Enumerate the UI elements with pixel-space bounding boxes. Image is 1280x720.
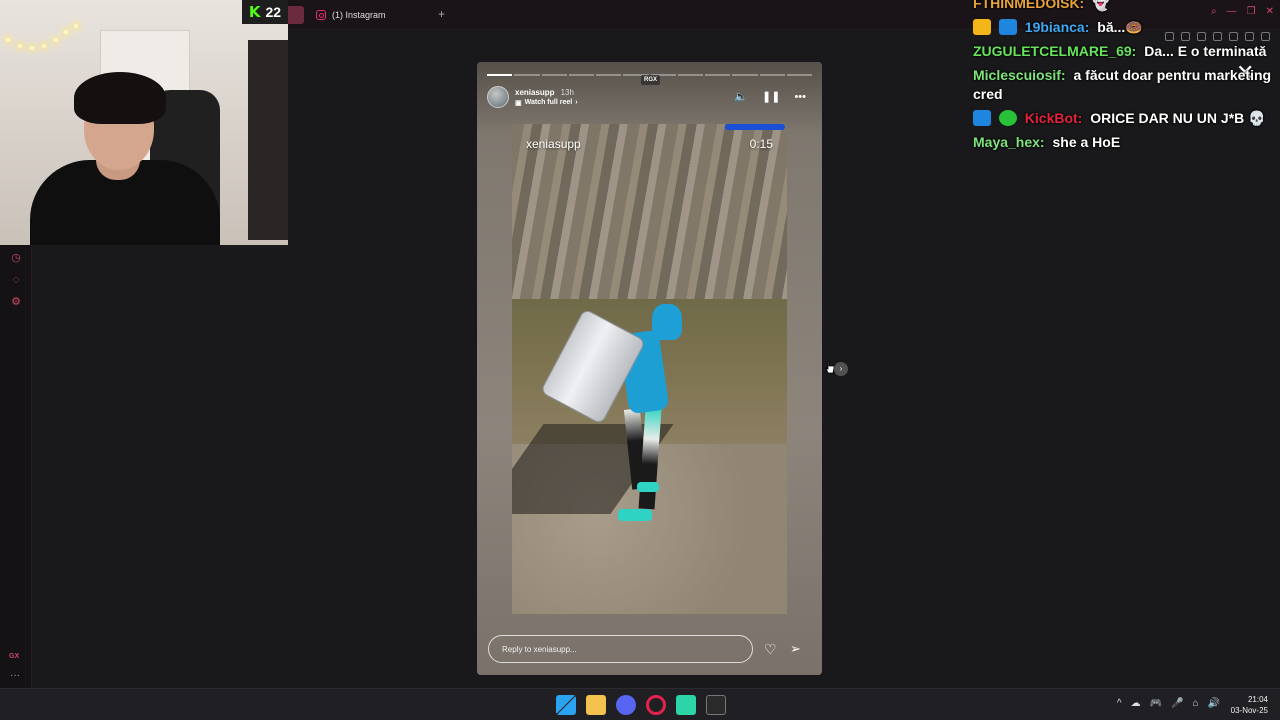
instagram-icon (316, 10, 326, 20)
chat-text: bă...🍩 (1097, 19, 1143, 35)
viewer-counter: K 22 (242, 0, 288, 24)
rgx-badge: RGX (641, 75, 661, 85)
chat-text: ORICE DAR NU UN J*B 💀 (1090, 110, 1266, 126)
reply-input[interactable]: Reply to xeniasupp... (488, 635, 753, 663)
epic-games-icon[interactable] (706, 695, 726, 715)
moderator-badge-icon (973, 110, 991, 126)
gx-label[interactable]: GX (9, 653, 19, 660)
next-story-button[interactable]: › (834, 362, 848, 376)
gamepad-icon[interactable]: 🎮 (1150, 698, 1162, 709)
clock-date: 03-Nov-25 (1230, 706, 1268, 715)
tray-overflow-icon[interactable]: ^ (1117, 698, 1122, 709)
heart-icon[interactable]: ♡ (764, 642, 777, 656)
reel-progress-bar (725, 124, 785, 130)
taskbar-apps (556, 695, 726, 715)
tab-instagram[interactable]: (1) Instagram (310, 4, 392, 26)
progress-segment (732, 74, 758, 76)
reel-icon: ▣ (515, 99, 522, 107)
send-icon[interactable]: ➢ (790, 642, 801, 656)
reel-username: xeniasupp (526, 137, 581, 151)
chat-message: ZUGULETCELMARE_69: Da... E o terminată (973, 42, 1273, 61)
rock-cliff (512, 124, 787, 304)
system-tray: ^ ☁ 🎮 🎤 ⌂ 🔊 (1117, 698, 1220, 709)
new-tab-button[interactable]: + (438, 8, 445, 20)
discord-icon[interactable] (616, 695, 636, 715)
chat-text: 👻 (1092, 0, 1110, 11)
progress-segment (541, 74, 567, 76)
progress-segment (677, 74, 703, 76)
chat-message: Miclescuiosif: a făcut doar pentru marke… (973, 66, 1273, 104)
previous-tab[interactable] (288, 6, 304, 24)
chat-username: FTHINMEDOISK: (973, 0, 1085, 11)
progress-segment (568, 74, 594, 76)
story-viewer[interactable]: RGX xeniasupp 13h ▣ Watch full reel › 🔈 … (477, 62, 822, 675)
watch-full-reel-link[interactable]: ▣ Watch full reel › (515, 99, 578, 107)
windows-start-icon[interactable] (556, 695, 576, 715)
chat-username: Maya_hex: (973, 134, 1045, 150)
story-time: 13h (560, 87, 574, 97)
watch-full-reel-label: Watch full reel (524, 99, 573, 106)
network-icon[interactable]: ⌂ (1193, 698, 1199, 709)
cloud-icon[interactable]: ☁ (1131, 698, 1141, 709)
clock-time: 21:04 (1247, 695, 1268, 704)
progress-segment (596, 74, 622, 76)
chat-message: FTHINMEDOISK: 👻 (973, 0, 1273, 13)
person-hood (652, 304, 682, 340)
browser-sidebar: ◷ ◌ ⚙ GX ··· (0, 245, 32, 688)
chat-username: Miclescuiosif: (973, 67, 1066, 83)
story-header: xeniasupp 13h ▣ Watch full reel › (487, 84, 578, 110)
subscriber-badge-icon (998, 19, 1017, 35)
more-icon[interactable]: ··· (10, 670, 20, 681)
chat-message: 19bianca: bă...🍩 (973, 18, 1273, 37)
taskbar: ^ ☁ 🎮 🎤 ⌂ 🔊 21:04 03-Nov-25 (0, 688, 1280, 720)
kick-logo-icon: K (248, 3, 261, 21)
story-username[interactable]: xeniasupp (515, 88, 555, 97)
story-meta: xeniasupp 13h ▣ Watch full reel › (515, 88, 578, 107)
chat-overlay: FTHINMEDOISK: 👻 19bianca: bă...🍩 ZUGULET… (973, 0, 1273, 157)
streamer-hair (74, 72, 166, 124)
fairy-lights (0, 20, 90, 60)
progress-segment (759, 74, 785, 76)
mute-icon[interactable]: 🔈 (734, 90, 748, 103)
microphone-icon[interactable]: 🎤 (1171, 698, 1183, 709)
chat-username: ZUGULETCELMARE_69: (973, 43, 1137, 59)
chat-username: 19bianca: (1024, 19, 1090, 35)
progress-segment (786, 74, 812, 76)
volume-icon[interactable]: 🔊 (1208, 698, 1220, 709)
person-shoe (637, 482, 659, 492)
story-actions: 🔈 ❚❚ ••• (734, 90, 806, 104)
app-icon[interactable] (676, 695, 696, 715)
reel-duration: 0:15 (749, 137, 773, 151)
viewer-count: 22 (265, 4, 282, 20)
taskbar-clock[interactable]: 21:04 03-Nov-25 (1231, 694, 1268, 716)
progress-segment (514, 74, 540, 76)
chat-message: Maya_hex: she a HoE (973, 133, 1273, 152)
person-shoe (618, 509, 652, 521)
messenger-icon[interactable]: ◌ (10, 274, 22, 286)
desktop: (1) Instagram + ⌕ — ❐ ✕ K 22 ◷ ◌ ⚙ GX ··… (0, 0, 1280, 720)
reel-preview[interactable]: xeniasupp 0:15 (512, 124, 787, 614)
crown-badge-icon (973, 19, 991, 35)
reply-placeholder: Reply to xeniasupp... (502, 644, 577, 654)
progress-segment (705, 74, 731, 76)
progress-segment (487, 74, 513, 76)
dark-furniture (248, 40, 288, 240)
file-explorer-icon[interactable] (586, 695, 606, 715)
chevron-right-icon: › (575, 99, 578, 106)
chat-text: Da... E o terminată (1144, 43, 1267, 59)
verified-badge-icon (998, 110, 1017, 126)
tab-title: (1) Instagram (332, 10, 386, 20)
pause-icon[interactable]: ❚❚ (762, 90, 780, 103)
clock-icon[interactable]: ◷ (10, 252, 22, 264)
opera-gx-icon[interactable] (646, 695, 666, 715)
avatar[interactable] (487, 86, 509, 108)
webcam-feed: K 22 (0, 0, 288, 245)
chat-text: she a HoE (1052, 134, 1121, 150)
more-options-icon[interactable]: ••• (794, 91, 806, 103)
chat-message: KickBot: ORICE DAR NU UN J*B 💀 (973, 109, 1273, 128)
settings-icon[interactable]: ⚙ (10, 296, 22, 308)
chat-username: KickBot: (1024, 110, 1083, 126)
